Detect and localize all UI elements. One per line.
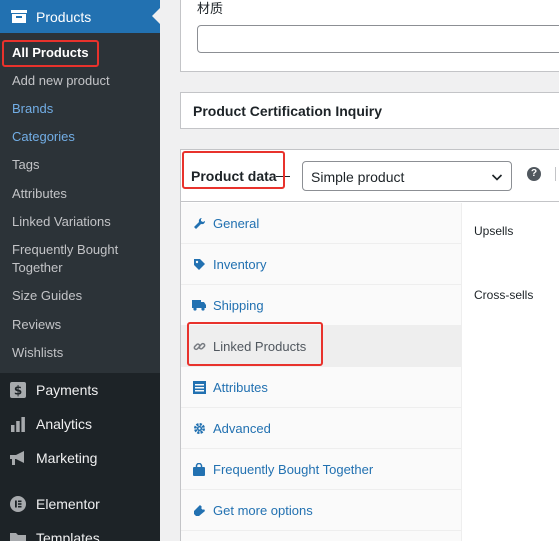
sidebar-item-payments[interactable]: $ Payments [0, 373, 160, 407]
current-menu-arrow [152, 8, 160, 24]
separator-dash [276, 176, 290, 177]
linked-products-fields: Upsells Cross-sells [462, 203, 559, 541]
certification-panel[interactable]: Product Certification Inquiry [180, 92, 559, 129]
wrench-icon [192, 216, 206, 230]
submenu-brands[interactable]: Brands [12, 100, 152, 118]
megaphone-icon [8, 450, 28, 466]
sidebar-item-analytics[interactable]: Analytics [0, 407, 160, 441]
submenu-categories[interactable]: Categories [12, 128, 152, 146]
product-type-value: Simple product [311, 169, 405, 185]
tab-linked-products[interactable]: Linked Products [181, 326, 462, 367]
material-input[interactable] [197, 25, 559, 53]
tab-label: Attributes [213, 379, 268, 395]
sidebar-item-label: Analytics [36, 416, 93, 432]
bag-icon [192, 462, 206, 476]
admin-sidebar: Products All Products Add new product Br… [0, 0, 160, 541]
archive-icon [11, 10, 27, 23]
material-label: 材质 [197, 1, 224, 16]
submenu-all-products[interactable]: All Products [12, 44, 152, 62]
dollar-icon: $ [8, 382, 28, 398]
sidebar-item-label: Payments [36, 382, 99, 398]
help-icon[interactable]: ? [527, 167, 541, 181]
submenu-linked-variations[interactable]: Linked Variations [12, 213, 152, 231]
submenu-frequently-bought-together[interactable]: Frequently Bought Together [12, 241, 152, 277]
submenu-wishlists[interactable]: Wishlists [12, 344, 152, 362]
link-icon [192, 339, 206, 353]
tab-label: Inventory [213, 256, 267, 272]
tab-label: Linked Products [213, 338, 307, 354]
truck-icon [192, 298, 206, 312]
sidebar-item-label: Templates [36, 530, 100, 541]
tab-attributes[interactable]: Attributes [181, 367, 462, 408]
tab-frequently-bought-together[interactable]: Frequently Bought Together [181, 449, 462, 490]
product-data-panel: Product data Simple product ? General In… [180, 149, 559, 541]
gear-icon [192, 421, 206, 435]
tab-label: General [213, 215, 260, 231]
folder-icon [8, 531, 28, 541]
main-content: 材质 Product Certification Inquiry Product… [160, 0, 559, 541]
sidebar-item-marketing[interactable]: Marketing [0, 441, 160, 475]
tab-label: Get more options [213, 502, 313, 518]
svg-text:$: $ [14, 384, 22, 398]
elementor-icon [8, 496, 28, 512]
certification-title: Product Certification Inquiry [193, 103, 383, 119]
crosssells-label: Cross-sells [474, 288, 534, 302]
tab-advanced[interactable]: Advanced [181, 408, 462, 449]
tag-icon [192, 257, 206, 271]
chevron-down-icon [491, 170, 503, 188]
tab-label: Advanced [213, 420, 271, 436]
product-data-tabs: General Inventory Shipping Linked Produc… [181, 203, 462, 541]
sidebar-item-products[interactable]: Products [0, 0, 160, 33]
tab-general[interactable]: General [181, 203, 462, 244]
list-icon [192, 380, 206, 394]
sidebar-item-templates[interactable]: Templates [0, 521, 160, 541]
upsells-label: Upsells [474, 224, 514, 238]
sidebar-item-elementor[interactable]: Elementor [0, 487, 160, 521]
sidebar-item-label: Products [36, 8, 92, 25]
tab-label: Frequently Bought Together [213, 461, 374, 477]
material-panel: 材质 [180, 0, 559, 72]
product-data-title: Product data [191, 168, 277, 184]
tab-label: Shipping [213, 297, 264, 313]
submenu-tags[interactable]: Tags [12, 156, 152, 174]
product-type-select[interactable]: Simple product [302, 161, 512, 191]
submenu-attributes[interactable]: Attributes [12, 185, 152, 203]
sidebar-item-label: Marketing [36, 450, 98, 466]
submenu-add-new-product[interactable]: Add new product [12, 72, 152, 90]
products-submenu: All Products Add new product Brands Cate… [0, 33, 160, 373]
sidebar-item-label: Elementor [36, 496, 100, 512]
tab-get-more-options[interactable]: Get more options [181, 490, 462, 531]
tab-inventory[interactable]: Inventory [181, 244, 462, 285]
submenu-reviews[interactable]: Reviews [12, 316, 152, 334]
submenu-size-guides[interactable]: Size Guides [12, 287, 152, 305]
tab-shipping[interactable]: Shipping [181, 285, 462, 326]
product-data-header: Product data Simple product ? [181, 150, 559, 202]
header-separator [555, 167, 556, 181]
bar-chart-icon [8, 416, 28, 432]
plugin-icon [192, 503, 206, 517]
